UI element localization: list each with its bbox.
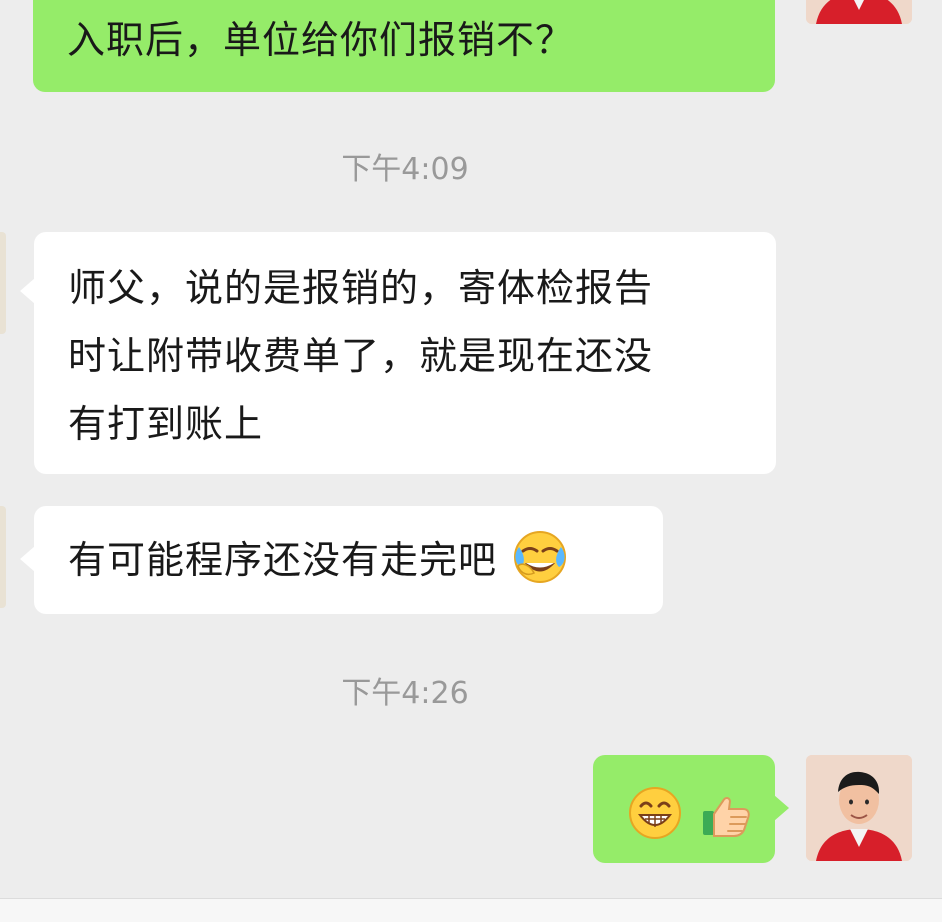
- user-avatar-top[interactable]: [806, 0, 912, 24]
- bubble-tail: [774, 795, 789, 821]
- incoming-message-line: 时让附带收费单了，就是现在还没: [68, 334, 654, 378]
- bubble-tail: [20, 278, 35, 304]
- avatar-portrait-icon: [806, 755, 912, 861]
- outgoing-message-text: 入职后，单位给你们报销不？: [67, 18, 575, 62]
- bubble-tail: [20, 546, 35, 572]
- laugh-crying-emoji-icon: [514, 531, 567, 583]
- chat-messages-area[interactable]: 入职后，单位给你们报销不？ 下午4:09 师父，说的是报销的，寄体检报告 时让附…: [0, 0, 942, 898]
- chat-input-bar-edge: [0, 898, 942, 922]
- timestamp: 下午4:09: [341, 152, 469, 187]
- incoming-message-text: 有可能程序还没有走完吧: [68, 538, 498, 582]
- incoming-message-bubble[interactable]: 有可能程序还没有走完吧: [20, 506, 663, 614]
- incoming-message-bubble[interactable]: 师父，说的是报销的，寄体检报告 时让附带收费单了，就是现在还没 有打到账上: [20, 232, 776, 474]
- contact-avatar-edge[interactable]: [0, 232, 6, 334]
- thumbs-up-emoji-icon: [703, 797, 750, 837]
- avatar-portrait-icon: [806, 0, 912, 24]
- timestamp: 下午4:26: [341, 676, 469, 711]
- incoming-message-line: 有打到账上: [68, 402, 264, 446]
- contact-avatar-edge[interactable]: [0, 506, 6, 608]
- grinning-emoji-icon: [629, 787, 681, 839]
- incoming-message-line: 师父，说的是报销的，寄体检报告: [68, 266, 654, 310]
- user-avatar[interactable]: [806, 755, 912, 861]
- outgoing-message-bubble[interactable]: [593, 755, 789, 863]
- outgoing-message-bubble[interactable]: 入职后，单位给你们报销不？: [33, 0, 775, 92]
